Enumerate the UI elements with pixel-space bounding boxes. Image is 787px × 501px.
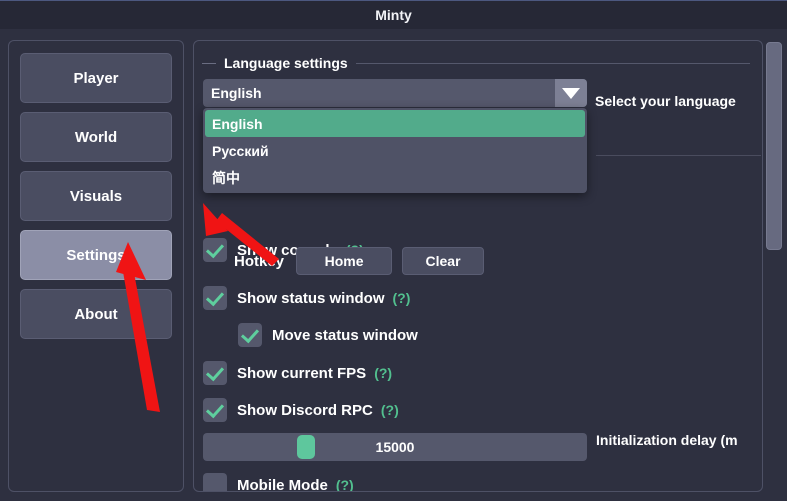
show-status-window-checkbox[interactable]: [203, 286, 227, 310]
sidebar-item-player[interactable]: Player: [20, 53, 172, 103]
move-status-window-label: Move status window: [272, 327, 418, 344]
hotkey-key-button[interactable]: Home: [296, 247, 392, 275]
row-show-status-window: Show status window (?): [203, 286, 410, 310]
sidebar: Player World Visuals Settings About: [8, 40, 184, 492]
show-discord-rpc-label: Show Discord RPC: [237, 402, 373, 419]
sidebar-item-about[interactable]: About: [20, 289, 172, 339]
group-title: Language settings: [224, 55, 348, 71]
chevron-down-icon[interactable]: [555, 79, 587, 107]
mobile-mode-help-icon[interactable]: (?): [336, 477, 354, 492]
hotkey-label: Hotkey: [234, 253, 284, 270]
sidebar-item-label: Player: [73, 70, 118, 87]
initialization-delay-slider[interactable]: 15000: [203, 433, 587, 461]
vertical-scrollbar[interactable]: [763, 40, 785, 498]
mobile-mode-label: Mobile Mode: [237, 477, 328, 493]
row-hotkey: Hotkey Home Clear: [234, 247, 484, 275]
language-dropdown-list: English Русский 简中: [203, 108, 587, 193]
show-discord-rpc-help-icon[interactable]: (?): [381, 402, 399, 418]
sidebar-item-label: Settings: [66, 247, 125, 264]
language-option-chinese[interactable]: 简中: [205, 164, 585, 191]
row-mobile-mode: Mobile Mode (?): [203, 473, 354, 492]
sidebar-item-world[interactable]: World: [20, 112, 172, 162]
show-current-fps-checkbox[interactable]: [203, 361, 227, 385]
title-bar: Minty: [0, 0, 787, 29]
sidebar-item-settings[interactable]: Settings: [20, 230, 172, 280]
language-option-english[interactable]: English: [205, 110, 585, 137]
row-show-current-fps: Show current FPS (?): [203, 361, 392, 385]
group-line: [356, 63, 750, 64]
row-move-status-window: Move status window: [238, 323, 418, 347]
divider-rule: [596, 155, 761, 156]
show-console-checkbox[interactable]: [203, 238, 227, 262]
show-discord-rpc-checkbox[interactable]: [203, 398, 227, 422]
select-your-language-label: Select your language: [595, 93, 736, 109]
initialization-delay-value: 15000: [376, 439, 415, 455]
sidebar-item-label: World: [75, 129, 117, 146]
hotkey-clear-button[interactable]: Clear: [402, 247, 484, 275]
language-select-value: English: [203, 85, 555, 101]
window-title: Minty: [375, 7, 412, 23]
slider-handle[interactable]: [297, 435, 315, 459]
group-dash: [202, 63, 216, 64]
sidebar-item-label: Visuals: [70, 188, 122, 205]
move-status-window-checkbox[interactable]: [238, 323, 262, 347]
show-current-fps-help-icon[interactable]: (?): [374, 365, 392, 381]
app-window: 《用户协议》和《隐私政策》 进入游戏 Minty Player World Vi…: [0, 0, 787, 501]
sidebar-item-visuals[interactable]: Visuals: [20, 171, 172, 221]
sidebar-item-label: About: [74, 306, 117, 323]
initialization-delay-label: Initialization delay (m: [596, 432, 738, 448]
language-option-russian[interactable]: Русский: [205, 137, 585, 164]
language-settings-group-header: Language settings: [202, 53, 750, 73]
scrollbar-thumb[interactable]: [766, 42, 782, 250]
show-status-window-help-icon[interactable]: (?): [393, 290, 411, 306]
language-select[interactable]: English: [203, 79, 587, 107]
row-show-discord-rpc: Show Discord RPC (?): [203, 398, 399, 422]
window-body: Player World Visuals Settings About Lang…: [0, 29, 787, 501]
mobile-mode-checkbox[interactable]: [203, 473, 227, 492]
show-status-window-label: Show status window: [237, 290, 385, 307]
show-current-fps-label: Show current FPS: [237, 365, 366, 382]
